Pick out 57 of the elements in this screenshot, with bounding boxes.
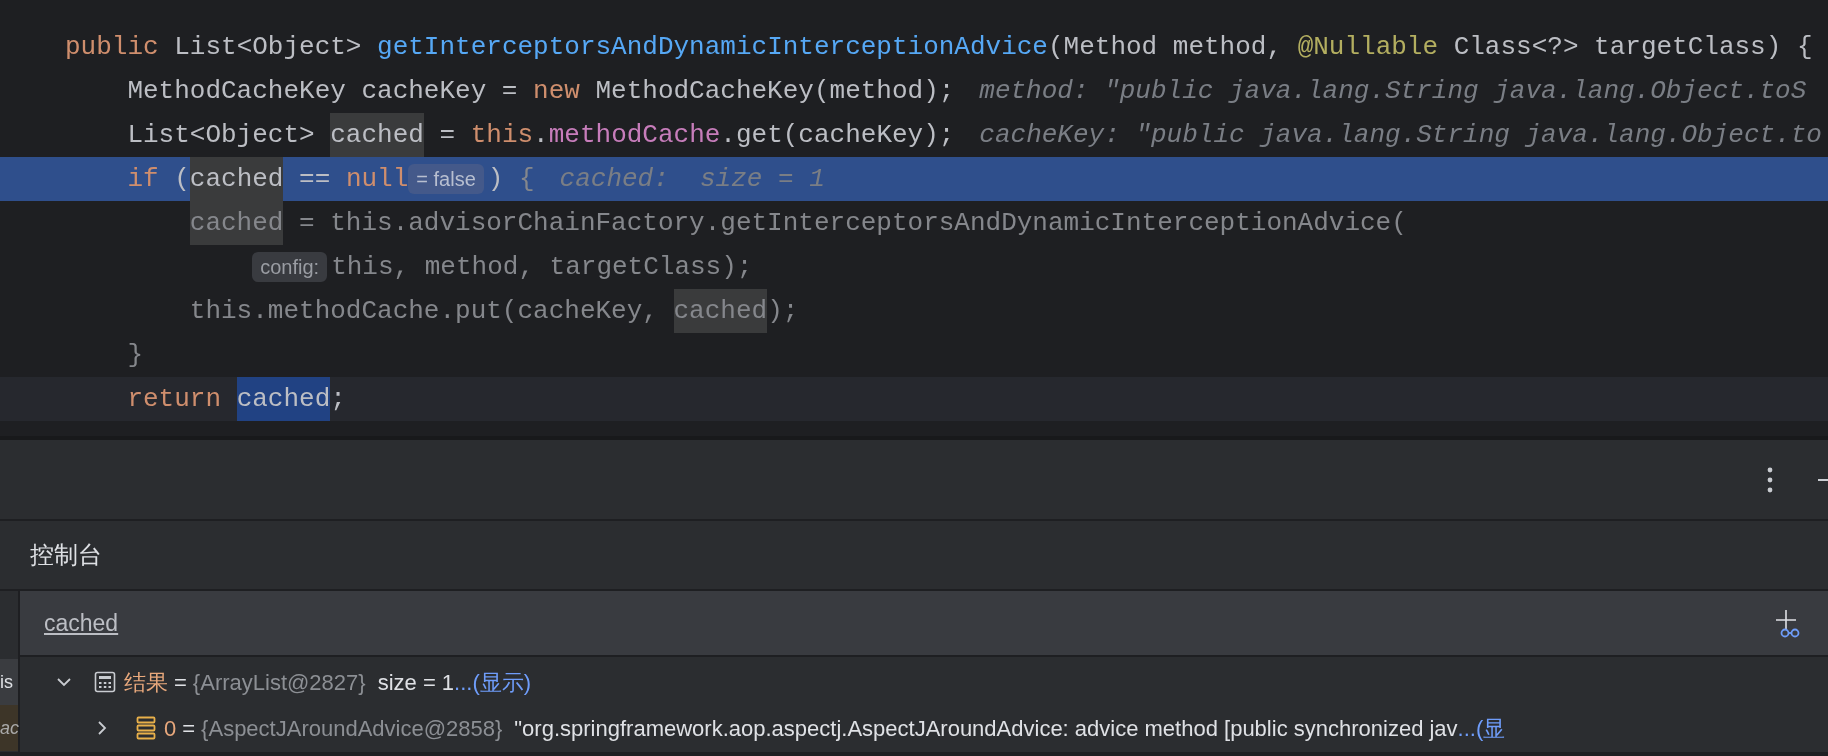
code-keyword: null xyxy=(345,163,409,196)
variable-usage: cached xyxy=(673,289,768,333)
calculator-icon xyxy=(94,671,116,693)
stacked-bars-icon xyxy=(136,716,156,740)
inline-value-hint: method: "public java.lang.String java.lang.Object.toS xyxy=(979,75,1807,108)
code-text: MethodCacheKey(method); xyxy=(594,75,955,108)
variable-name: 0 xyxy=(164,714,177,743)
variable-usage: cached xyxy=(189,201,284,245)
code-text: .get(cacheKey); xyxy=(720,119,955,152)
minimize-icon[interactable] xyxy=(1818,477,1828,482)
code-text: ( xyxy=(173,163,190,196)
show-more-link[interactable]: ...(显 xyxy=(1457,711,1506,745)
stack-frame-item[interactable]: is xyxy=(0,659,18,705)
stack-frame-item[interactable]: ac xyxy=(0,705,18,751)
method-name: getInterceptorsAndDynamicInterceptionAdvice xyxy=(377,31,1048,64)
object-value: size = 1 xyxy=(377,668,455,697)
code-keyword: new xyxy=(533,75,580,108)
selected-text: cached xyxy=(236,377,331,421)
code-text: . xyxy=(533,119,549,152)
equals-sign: = xyxy=(182,714,196,743)
inlay-hint: = false xyxy=(408,164,484,194)
code-text: = xyxy=(438,119,457,152)
object-type: {ArrayList@2827} xyxy=(192,668,366,697)
code-text: ); xyxy=(767,295,799,328)
inlay-hint: config: xyxy=(252,252,328,282)
code-text: = this.advisorChainFactory.getInterceptorsAndDynamicInterceptionAdvice( xyxy=(298,207,1407,240)
code-keyword: if xyxy=(127,163,159,196)
code-keyword: return xyxy=(127,383,223,416)
code-text: ; xyxy=(330,383,346,416)
object-value: "org.springframework.aop.aspectj.AspectJAroundAdvice: advice method [public synchronized jav xyxy=(514,714,1458,743)
more-options-icon[interactable] xyxy=(1767,466,1773,493)
code-text: this.methodCache.put(cacheKey, xyxy=(189,295,659,328)
code-text: (Method method, xyxy=(1048,31,1284,64)
expression-field[interactable]: cached xyxy=(20,591,1828,657)
variable-name: 结果 xyxy=(124,668,168,697)
code-text: } xyxy=(127,339,143,372)
code-text: == xyxy=(298,163,332,196)
field-name: methodCache xyxy=(548,119,721,152)
code-text: List<Object> xyxy=(173,31,363,64)
code-text: ) xyxy=(487,163,505,196)
inline-value-hint: cached: size = 1 xyxy=(559,163,825,196)
code-text: this, method, targetClass); xyxy=(331,251,753,284)
inline-value-hint: cacheKey: "public java.lang.String java.lang.Object.to xyxy=(979,119,1822,152)
variable-usage: cached xyxy=(189,157,284,201)
show-more-link[interactable]: ...(显示) xyxy=(454,665,532,699)
annotation: @Nullable xyxy=(1297,31,1439,64)
code-text: { xyxy=(519,163,535,196)
variable-usage: cached xyxy=(330,113,424,157)
code-keyword: this xyxy=(470,119,534,152)
code-text: List<Object> xyxy=(127,119,316,152)
expression-text: cached xyxy=(44,608,119,638)
object-type: {AspectJAroundAdvice@2858} xyxy=(201,714,503,743)
equals-sign: = xyxy=(174,668,187,697)
code-text: Class<?> targetClass) { xyxy=(1452,31,1813,64)
code-text: MethodCacheKey cacheKey = xyxy=(127,75,519,108)
code-keyword: public xyxy=(65,31,159,64)
panel-title: 控制台 xyxy=(30,540,102,570)
